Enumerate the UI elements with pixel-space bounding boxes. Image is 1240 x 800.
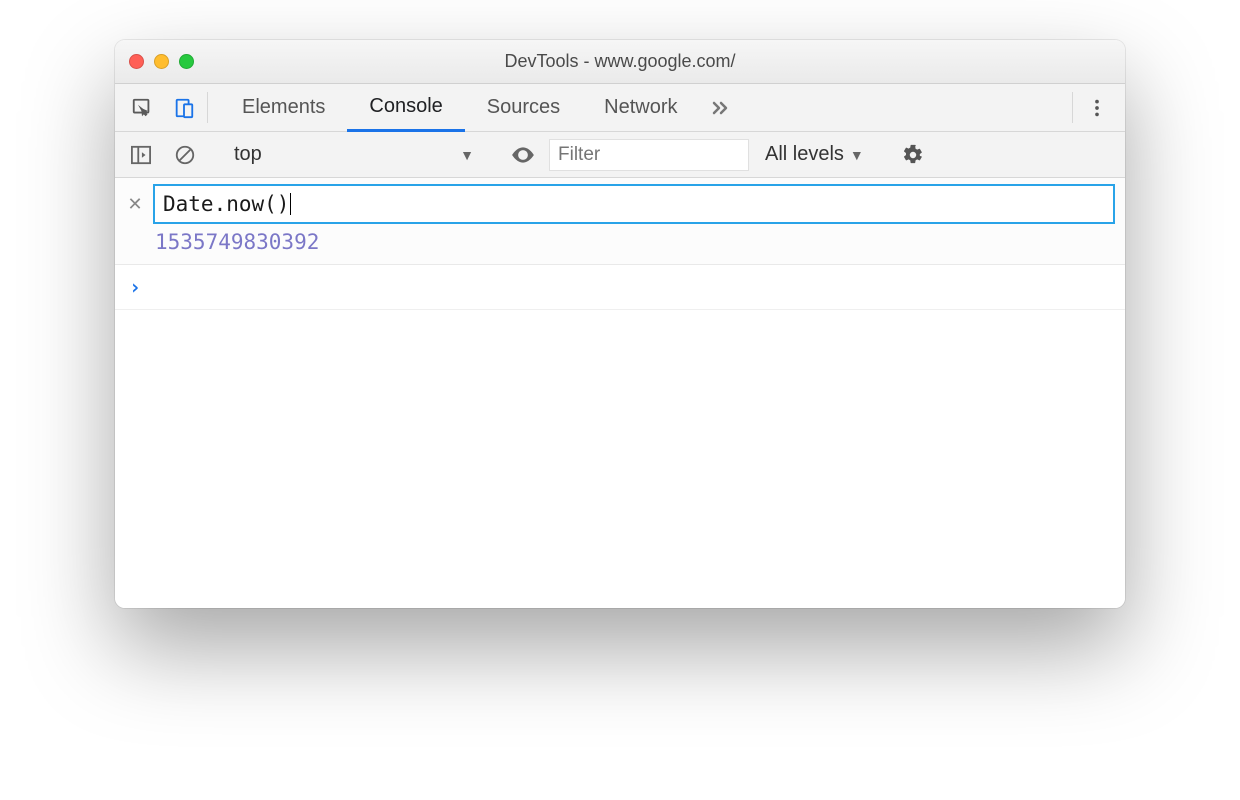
live-expression-stack: Date.now() 1535749830392 <box>153 184 1115 254</box>
tab-network[interactable]: Network <box>582 84 699 131</box>
console-settings-icon[interactable] <box>893 144 933 166</box>
dropdown-triangle-icon: ▼ <box>850 147 864 163</box>
live-expression-icon[interactable] <box>505 139 541 171</box>
live-expression-row: ✕ Date.now() 1535749830392 <box>115 178 1125 265</box>
devtools-tabbar: Elements Console Sources Network <box>115 84 1125 132</box>
tabs-overflow-icon[interactable] <box>700 84 740 131</box>
dropdown-triangle-icon: ▼ <box>460 147 474 163</box>
tab-elements[interactable]: Elements <box>220 84 347 131</box>
live-expression-text: Date.now() <box>163 192 289 216</box>
close-window-button[interactable] <box>129 54 144 69</box>
inspect-element-icon[interactable] <box>121 84 163 131</box>
log-levels-select[interactable]: All levels ▼ <box>757 143 872 166</box>
execution-context-select[interactable]: top ▼ <box>224 143 484 166</box>
more-options-icon[interactable] <box>1075 84 1119 131</box>
execution-context-label: top <box>234 143 262 166</box>
live-expression-input[interactable]: Date.now() <box>153 184 1115 224</box>
zoom-window-button[interactable] <box>179 54 194 69</box>
titlebar: DevTools - www.google.com/ <box>115 40 1125 84</box>
close-icon[interactable]: ✕ <box>125 194 145 215</box>
minimize-window-button[interactable] <box>154 54 169 69</box>
tab-sources[interactable]: Sources <box>465 84 582 131</box>
show-console-sidebar-icon[interactable] <box>123 139 159 171</box>
traffic-lights <box>129 54 194 69</box>
live-expression-result: 1535749830392 <box>153 224 1115 254</box>
prompt-caret-icon: › <box>129 275 141 299</box>
text-cursor <box>290 193 291 215</box>
console-panel: ✕ Date.now() 1535749830392 › <box>115 178 1125 608</box>
filter-input[interactable] <box>549 139 749 171</box>
devtools-window: DevTools - www.google.com/ Elements Cons… <box>115 40 1125 608</box>
console-prompt-row[interactable]: › <box>115 265 1125 310</box>
device-toolbar-icon[interactable] <box>163 84 205 131</box>
separator <box>1072 92 1073 123</box>
panel-tabs: Elements Console Sources Network <box>220 84 1070 131</box>
separator <box>207 92 208 123</box>
window-title: DevTools - www.google.com/ <box>115 51 1125 72</box>
tab-console[interactable]: Console <box>347 84 464 132</box>
log-levels-label: All levels <box>765 143 844 166</box>
clear-console-icon[interactable] <box>167 139 203 171</box>
console-toolbar: top ▼ All levels ▼ <box>115 132 1125 178</box>
